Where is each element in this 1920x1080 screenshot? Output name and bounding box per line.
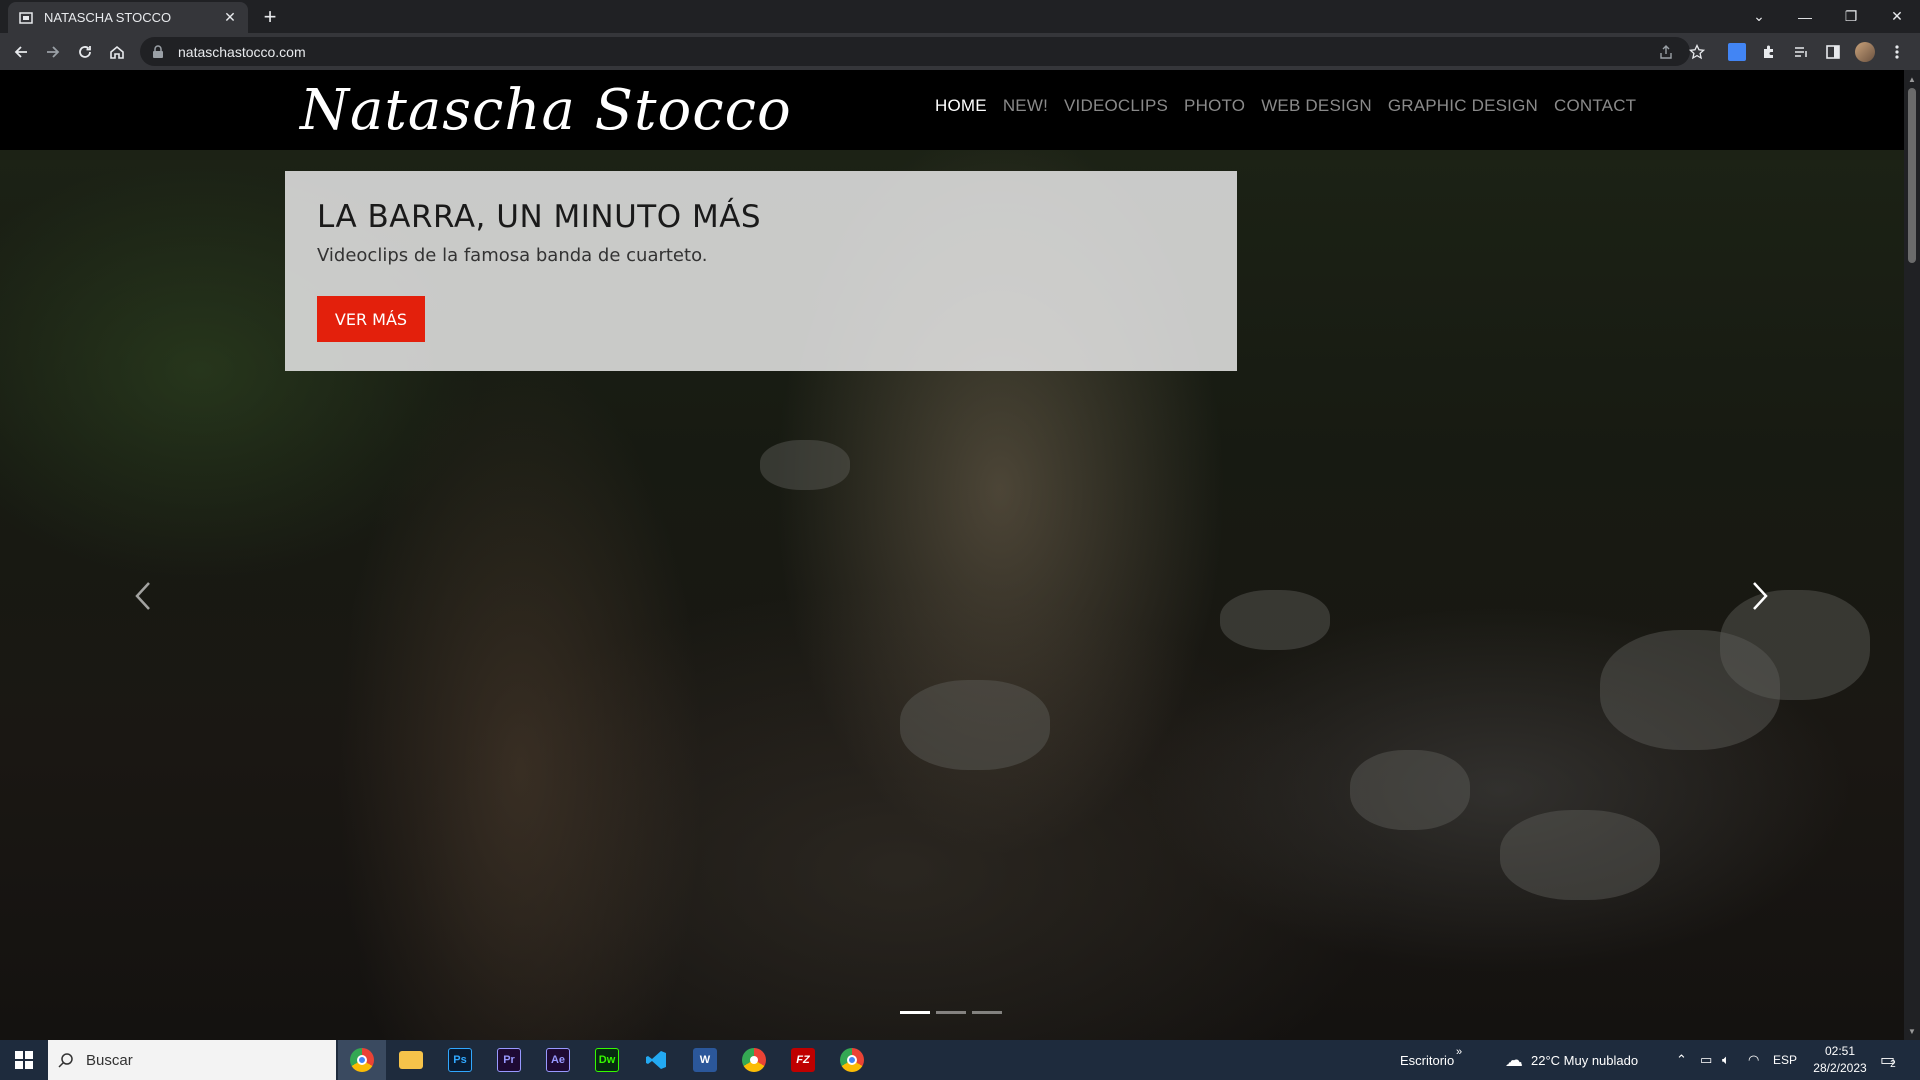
browser-tab[interactable]: NATASCHA STOCCO ✕ (8, 2, 248, 33)
share-icon[interactable] (1655, 41, 1677, 63)
clock-date: 28/2/2023 (1813, 1061, 1867, 1075)
desktop-toolbar-label[interactable]: Escritorio (1400, 1040, 1454, 1080)
browser-tab-bar: NATASCHA STOCCO ✕ + ⌄ — ❐ ✕ (0, 0, 1920, 33)
nav-contact[interactable]: CONTACT (1554, 96, 1636, 116)
network-icon[interactable]: ◠ (1748, 1040, 1759, 1080)
site-header: Natascha Stocco HOME NEW! VIDEOCLIPS PHO… (0, 70, 1904, 150)
page-scrollbar[interactable]: ▲ ▼ (1904, 70, 1920, 1040)
taskbar-search-box[interactable]: Buscar (48, 1040, 336, 1080)
scrollbar-thumb[interactable] (1908, 88, 1916, 263)
weather-widget[interactable]: ☁ 22°C Muy nublado (1505, 1040, 1638, 1080)
site-favicon-icon (18, 10, 34, 26)
taskbar-filezilla-icon[interactable]: FZ (779, 1040, 827, 1080)
notification-count: 2 (1890, 1058, 1896, 1070)
ver-mas-button[interactable]: VER MÁS (317, 296, 425, 342)
browser-toolbar: nataschastocco.com (0, 33, 1920, 70)
windows-start-button[interactable] (0, 1040, 48, 1080)
bookmark-star-icon[interactable] (1686, 41, 1708, 63)
restore-button[interactable]: ❐ (1828, 0, 1874, 33)
chrome-menu-icon[interactable] (1886, 41, 1908, 63)
taskbar-file-explorer-icon[interactable] (387, 1040, 435, 1080)
close-tab-icon[interactable]: ✕ (222, 9, 238, 26)
windows-taskbar: Buscar Ps Pr Ae Dw W FZ Escritorio » ☁ 2… (0, 1040, 1920, 1080)
taskbar-after-effects-icon[interactable]: Ae (534, 1040, 582, 1080)
nav-videoclips[interactable]: VIDEOCLIPS (1064, 96, 1168, 116)
tray-overflow-chevron-icon[interactable]: ⌃ (1676, 1040, 1687, 1080)
taskbar-word-icon[interactable]: W (681, 1040, 729, 1080)
weather-text: 22°C Muy nublado (1531, 1052, 1639, 1068)
nav-web-design[interactable]: WEB DESIGN (1261, 96, 1372, 116)
minimize-button[interactable]: — (1782, 0, 1828, 33)
scroll-up-arrow-icon[interactable]: ▲ (1907, 74, 1917, 84)
toolbar-expand-chevron-icon[interactable]: » (1456, 1032, 1462, 1072)
extensions-puzzle-icon[interactable] (1758, 41, 1780, 63)
taskbar-vscode-icon[interactable] (632, 1040, 680, 1080)
forward-button[interactable] (40, 39, 66, 65)
nav-graphic-design[interactable]: GRAPHIC DESIGN (1388, 96, 1538, 116)
close-window-button[interactable]: ✕ (1874, 0, 1920, 33)
carousel-prev-arrow-icon[interactable] (128, 578, 158, 614)
search-placeholder: Buscar (86, 1051, 133, 1069)
carousel-indicators (900, 1011, 1002, 1014)
nav-home[interactable]: HOME (935, 96, 987, 116)
nav-photo[interactable]: PHOTO (1184, 96, 1245, 116)
taskbar-chrome-alt-icon[interactable] (730, 1040, 778, 1080)
translate-extension-icon[interactable] (1726, 41, 1748, 63)
tab-title: NATASCHA STOCCO (44, 10, 172, 25)
taskbar-dreamweaver-icon[interactable]: Dw (583, 1040, 631, 1080)
weather-cloud-icon: ☁ (1505, 1049, 1523, 1070)
nav-new[interactable]: NEW! (1003, 96, 1048, 116)
reload-button[interactable] (72, 39, 98, 65)
scroll-down-arrow-icon[interactable]: ▼ (1907, 1026, 1917, 1036)
slide-caption-box: LA BARRA, UN MINUTO MÁS Videoclips de la… (285, 171, 1237, 371)
url-text: nataschastocco.com (178, 43, 306, 60)
slide-subtitle: Videoclips de la famosa banda de cuartet… (317, 245, 708, 266)
profile-avatar[interactable] (1854, 41, 1876, 63)
clock-time: 02:51 (1824, 1044, 1856, 1058)
media-queue-icon[interactable] (1790, 41, 1812, 63)
back-button[interactable] (8, 39, 34, 65)
taskbar-chrome-icon[interactable] (338, 1040, 386, 1080)
new-tab-button[interactable]: + (258, 4, 282, 29)
notification-center-icon[interactable]: ▭ 2 (1880, 1040, 1896, 1080)
site-logo[interactable]: Natascha Stocco (300, 72, 792, 148)
language-indicator[interactable]: ESP (1773, 1040, 1797, 1080)
lock-icon (152, 44, 166, 59)
tab-search-icon[interactable]: ⌄ (1736, 0, 1782, 33)
taskbar-premiere-icon[interactable]: Pr (485, 1040, 533, 1080)
carousel-indicator-1[interactable] (900, 1011, 930, 1014)
page-viewport: Natascha Stocco HOME NEW! VIDEOCLIPS PHO… (0, 70, 1904, 1040)
main-navigation: HOME NEW! VIDEOCLIPS PHOTO WEB DESIGN GR… (935, 96, 1636, 116)
address-bar[interactable]: nataschastocco.com (140, 37, 1690, 66)
carousel-indicator-3[interactable] (972, 1011, 1002, 1014)
taskbar-clock[interactable]: 02:51 28/2/2023 (1810, 1043, 1870, 1077)
carousel-indicator-2[interactable] (936, 1011, 966, 1014)
volume-icon[interactable]: 🔈︎ (1722, 1040, 1730, 1080)
side-panel-icon[interactable] (1822, 41, 1844, 63)
taskbar-photoshop-icon[interactable]: Ps (436, 1040, 484, 1080)
taskbar-chrome-dev-icon[interactable] (828, 1040, 876, 1080)
carousel-next-arrow-icon[interactable] (1745, 578, 1775, 614)
tray-device-icon[interactable]: ▭ (1700, 1040, 1712, 1080)
search-icon (58, 1053, 73, 1068)
home-button[interactable] (104, 39, 130, 65)
slide-title: LA BARRA, UN MINUTO MÁS (317, 199, 762, 235)
